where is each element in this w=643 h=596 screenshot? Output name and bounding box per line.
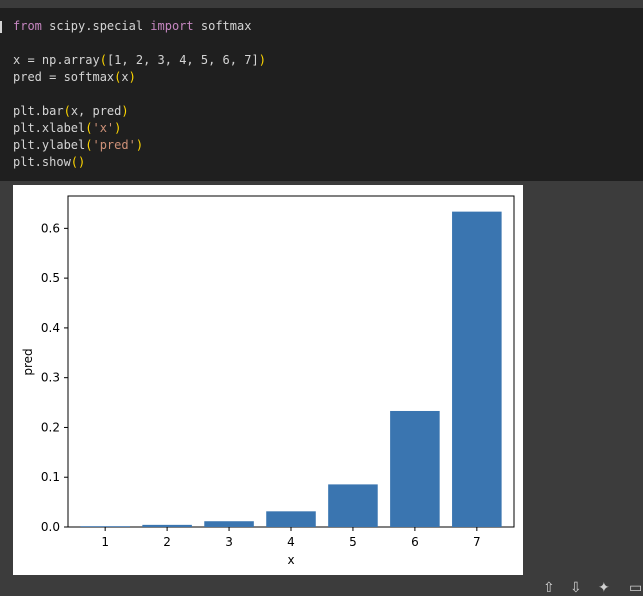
- code-token: (): [70, 155, 86, 169]
- code-token: ): [258, 53, 266, 67]
- code-editor[interactable]: from scipy.special import softmax x = np.…: [13, 18, 266, 171]
- move-up-icon[interactable]: ⇧: [543, 580, 555, 596]
- code-line[interactable]: from scipy.special import softmax: [13, 18, 266, 35]
- y-tick-label: 0.2: [41, 420, 60, 434]
- bar-3: [204, 521, 254, 527]
- x-tick-label: 4: [287, 535, 295, 549]
- notebook-top-bar: [0, 0, 643, 8]
- code-token: ): [121, 104, 129, 118]
- code-token: plt.bar: [13, 104, 64, 118]
- y-tick-label: 0.3: [41, 371, 60, 385]
- code-token: 'pred': [92, 138, 136, 152]
- x-tick-label: 5: [349, 535, 357, 549]
- bar-5: [328, 484, 378, 527]
- x-tick-label: 1: [101, 535, 109, 549]
- code-token: import: [150, 19, 194, 33]
- bar-4: [266, 511, 316, 527]
- code-token: plt.xlabel: [13, 121, 86, 135]
- code-token: ): [114, 121, 122, 135]
- code-line[interactable]: plt.ylabel('pred'): [13, 137, 266, 154]
- code-token: (: [99, 53, 107, 67]
- y-tick-label: 0.5: [41, 271, 60, 285]
- cell-cursor-marker: [0, 21, 2, 33]
- x-tick-label: 3: [225, 535, 233, 549]
- code-token: ): [128, 70, 136, 84]
- code-token: x = np.array: [13, 53, 100, 67]
- bar-7: [452, 211, 502, 527]
- move-down-icon[interactable]: ⇩: [570, 580, 582, 596]
- y-tick-label: 0.1: [41, 470, 60, 484]
- code-line[interactable]: plt.xlabel('x'): [13, 120, 266, 137]
- code-line[interactable]: plt.bar(x, pred): [13, 103, 266, 120]
- code-token: 'x': [92, 121, 115, 135]
- code-token: pred = softmax: [13, 70, 115, 84]
- x-axis-ticks: 1 2 3 4 5 6 7: [101, 527, 481, 549]
- code-line[interactable]: x = np.array([1, 2, 3, 4, 5, 6, 7]): [13, 52, 266, 69]
- code-line[interactable]: pred = softmax(x): [13, 69, 266, 86]
- code-token: (: [63, 104, 71, 118]
- y-axis-label: pred: [21, 348, 35, 375]
- y-axis-ticks: 0.0 0.1 0.2 0.3 0.4 0.5 0.6: [41, 221, 68, 534]
- x-tick-label: 7: [473, 535, 481, 549]
- x-tick-label: 6: [411, 535, 419, 549]
- code-line[interactable]: [13, 35, 266, 52]
- y-tick-label: 0.4: [41, 321, 60, 335]
- cell-output: 0.0 0.1 0.2 0.3 0.4 0.5 0.6 1 2 3 4 5 6 7 x pred: [13, 185, 523, 575]
- code-line[interactable]: [13, 86, 266, 103]
- output-toolbar: ⇧ ⇩ ✦ ▭: [543, 578, 643, 596]
- code-token: from: [13, 19, 42, 33]
- code-token: plt.show: [13, 155, 71, 169]
- code-token: x: [121, 70, 129, 84]
- code-cell[interactable]: from scipy.special import softmax x = np.…: [0, 8, 643, 181]
- bar-group: [80, 211, 502, 527]
- sparkle-icon[interactable]: ✦: [598, 580, 610, 596]
- bar-6: [390, 410, 440, 527]
- code-token: scipy.special: [41, 19, 151, 33]
- plot-area: [67, 195, 515, 528]
- bar-2: [142, 524, 192, 527]
- bar-chart: 0.0 0.1 0.2 0.3 0.4 0.5 0.6 1 2 3 4 5 6 7 x pred: [21, 195, 515, 567]
- code-token: ]: [251, 53, 259, 67]
- y-tick-label: 0.0: [41, 520, 60, 534]
- bar-1: [80, 526, 130, 527]
- code-token: plt.ylabel: [13, 138, 86, 152]
- x-tick-label: 2: [163, 535, 171, 549]
- code-token: x, pred: [70, 104, 122, 118]
- copy-icon[interactable]: ▭: [629, 580, 642, 596]
- code-token: ): [135, 138, 144, 152]
- code-token: 1, 2, 3, 4, 5, 6, 7: [114, 53, 252, 67]
- code-token: softmax: [193, 19, 252, 33]
- y-tick-label: 0.6: [41, 221, 60, 235]
- code-line[interactable]: plt.show(): [13, 154, 266, 171]
- x-axis-label: x: [287, 553, 294, 567]
